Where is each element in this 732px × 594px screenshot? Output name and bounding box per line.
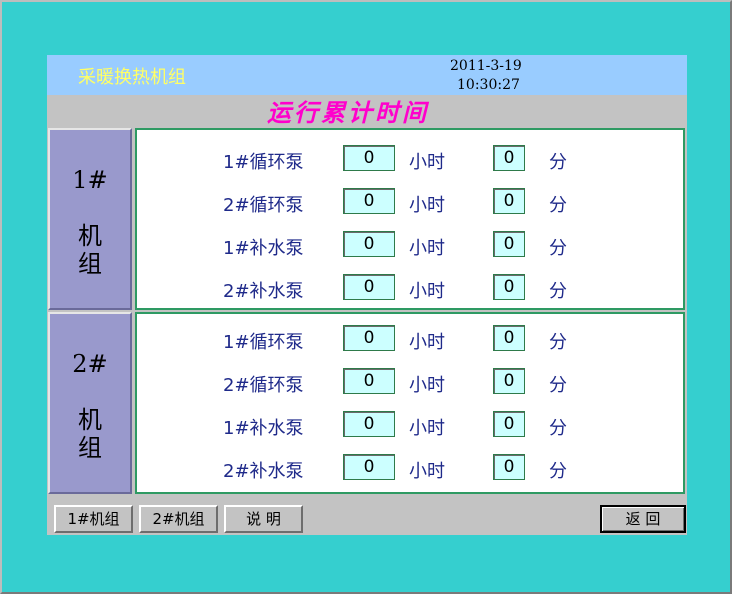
hours-unit: 小时 [409, 152, 445, 173]
hours-value: 0 [343, 274, 395, 300]
hours-value: 0 [343, 188, 395, 214]
pump-label: 2#循环泵 [223, 195, 304, 216]
minutes-value: 0 [493, 145, 525, 171]
time-display: 10:30:27 [457, 77, 520, 93]
minutes-value: 0 [493, 188, 525, 214]
pump-label: 2#循环泵 [223, 375, 304, 396]
unit-1-number: 1# [72, 166, 108, 194]
hours-unit: 小时 [409, 461, 445, 482]
unit-2-number: 2# [72, 350, 108, 378]
hours-unit: 小时 [409, 418, 445, 439]
pump-label: 1#循环泵 [223, 152, 304, 173]
pump-label: 2#补水泵 [223, 461, 304, 482]
unit-2-runtime-box: 1#循环泵 0 小时 0 分 2#循环泵 0 小时 0 分 1#补水泵 0 小时… [135, 312, 685, 494]
hours-unit: 小时 [409, 332, 445, 353]
hours-unit: 小时 [409, 195, 445, 216]
minutes-value: 0 [493, 231, 525, 257]
section-title: 运行累计时间 [267, 98, 429, 127]
minutes-value: 0 [493, 454, 525, 480]
unit-1-runtime-box: 1#循环泵 0 小时 0 分 2#循环泵 0 小时 0 分 1#补水泵 0 小时… [135, 128, 685, 310]
unit-1-name-text: 机组 [78, 222, 102, 278]
unit-1-button[interactable]: 1#机组 [54, 505, 133, 533]
unit-1-row-2: 2#循环泵 0 小时 0 分 [137, 188, 683, 218]
unit-2-row-1: 1#循环泵 0 小时 0 分 [137, 325, 683, 355]
hours-unit: 小时 [409, 375, 445, 396]
unit-1-label: 1# 机组 [48, 128, 132, 310]
unit-2-row-3: 1#补水泵 0 小时 0 分 [137, 411, 683, 441]
unit-2-row-2: 2#循环泵 0 小时 0 分 [137, 368, 683, 398]
back-button[interactable]: 返 回 [600, 505, 686, 533]
minutes-unit: 分 [549, 281, 567, 302]
app-title: 采暖换热机组 [78, 67, 186, 88]
unit-1-row-4: 2#补水泵 0 小时 0 分 [137, 274, 683, 304]
hours-value: 0 [343, 368, 395, 394]
hours-value: 0 [343, 411, 395, 437]
help-button[interactable]: 说 明 [224, 505, 303, 533]
hours-value: 0 [343, 231, 395, 257]
minutes-unit: 分 [549, 332, 567, 353]
unit-2-row-4: 2#补水泵 0 小时 0 分 [137, 454, 683, 484]
minutes-unit: 分 [549, 152, 567, 173]
hours-unit: 小时 [409, 238, 445, 259]
minutes-unit: 分 [549, 195, 567, 216]
hours-unit: 小时 [409, 281, 445, 302]
pump-label: 2#补水泵 [223, 281, 304, 302]
unit-2-name: 机组 [50, 406, 130, 462]
unit-2-label: 2# 机组 [48, 312, 132, 494]
minutes-value: 0 [493, 274, 525, 300]
minutes-unit: 分 [549, 418, 567, 439]
minutes-unit: 分 [549, 461, 567, 482]
hours-value: 0 [343, 145, 395, 171]
minutes-value: 0 [493, 368, 525, 394]
unit-2-name-text: 机组 [78, 406, 102, 462]
hours-value: 0 [343, 454, 395, 480]
pump-label: 1#循环泵 [223, 332, 304, 353]
unit-1-row-3: 1#补水泵 0 小时 0 分 [137, 231, 683, 261]
pump-label: 1#补水泵 [223, 238, 304, 259]
pump-label: 1#补水泵 [223, 418, 304, 439]
minutes-unit: 分 [549, 375, 567, 396]
main-panel: 采暖换热机组 2011-3-19 10:30:27 运行累计时间 1# 机组 1… [47, 55, 687, 535]
minutes-unit: 分 [549, 238, 567, 259]
title-bar: 采暖换热机组 2011-3-19 10:30:27 [47, 55, 687, 95]
minutes-value: 0 [493, 411, 525, 437]
unit-1-row-1: 1#循环泵 0 小时 0 分 [137, 145, 683, 175]
minutes-value: 0 [493, 325, 525, 351]
unit-1-name: 机组 [50, 222, 130, 278]
date-display: 2011-3-19 [450, 58, 522, 74]
hours-value: 0 [343, 325, 395, 351]
unit-2-button[interactable]: 2#机组 [139, 505, 218, 533]
